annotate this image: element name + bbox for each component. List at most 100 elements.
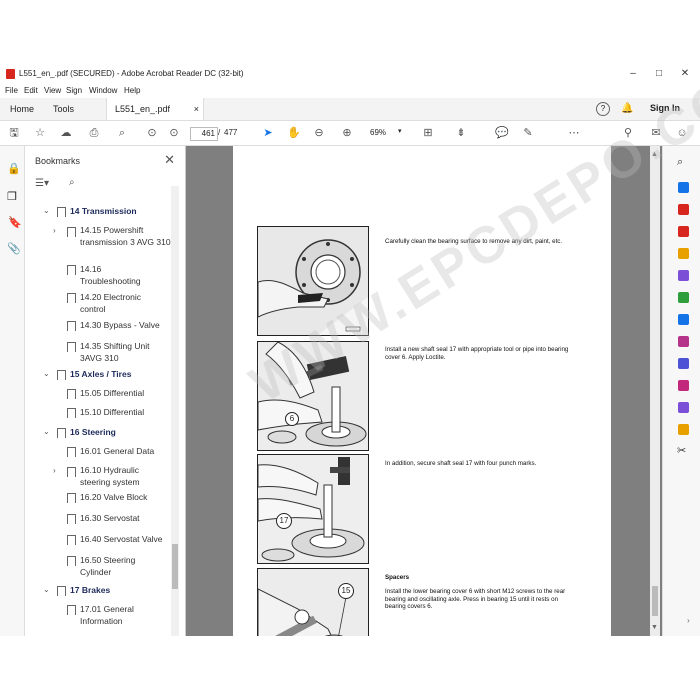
chevron-down-icon[interactable]: ⌄: [43, 369, 50, 378]
create-pdf-icon[interactable]: [678, 204, 689, 215]
comment-tool-icon[interactable]: [678, 248, 689, 259]
edit-pdf-icon[interactable]: [678, 226, 689, 237]
bell-icon[interactable]: 🔔: [621, 103, 633, 114]
menu-bar: File Edit View Sign Window Help: [0, 84, 700, 98]
chevron-right-icon[interactable]: ›: [53, 226, 56, 235]
more-options-icon[interactable]: ⋯: [566, 125, 582, 141]
highlight-pen-icon[interactable]: ✎: [520, 125, 536, 141]
bookmark-icon: [57, 428, 66, 438]
tab-bar: Home Tools L551_en_.pdf (SEC... × ? 🔔 Si…: [0, 98, 700, 136]
hand-tool-icon[interactable]: ✋: [286, 125, 302, 141]
scroll-down-icon[interactable]: ▼: [651, 624, 658, 631]
zoom-in-icon[interactable]: ⊕: [339, 125, 355, 141]
pages-thumbnail-icon[interactable]: ❐: [7, 190, 17, 203]
menu-edit[interactable]: Edit: [24, 86, 38, 95]
search-icon[interactable]: ⌕: [114, 125, 130, 141]
zoom-dropdown-icon[interactable]: ▾: [398, 127, 402, 135]
bookmark-icon: [57, 370, 66, 380]
prepare-form-icon[interactable]: [678, 380, 689, 391]
tab-tools[interactable]: Tools: [45, 98, 82, 120]
bookmark-panel-icon[interactable]: 🔖: [8, 216, 22, 229]
bookmark-item[interactable]: 16.10 Hydraulic steering system: [80, 464, 164, 488]
more-tools-icon[interactable]: ✂: [677, 444, 686, 457]
request-signature-icon[interactable]: [678, 402, 689, 413]
bookmark-icon: [67, 447, 76, 457]
page-fit-icon[interactable]: ⊞: [420, 125, 436, 141]
comment-icon[interactable]: 💬: [494, 125, 510, 141]
left-nav-pane: 🔒 ❐ 🔖 📎: [0, 146, 25, 636]
bookmark-item[interactable]: 16 Steering: [70, 426, 174, 438]
bookmark-item[interactable]: 14.30 Bypass - Valve: [80, 319, 180, 331]
bookmark-item[interactable]: 14 Transmission: [70, 205, 174, 217]
chevron-down-icon[interactable]: ⌄: [43, 206, 50, 215]
chevron-down-icon[interactable]: ⌄: [43, 585, 50, 594]
zoom-out-icon[interactable]: ⊖: [311, 125, 327, 141]
instruction-text: In addition, secure shaft seal 17 with f…: [385, 460, 537, 467]
minimize-button[interactable]: –: [622, 66, 644, 82]
bookmark-item[interactable]: 16.30 Servostat: [80, 512, 180, 524]
menu-sign[interactable]: Sign: [66, 86, 82, 95]
menu-file[interactable]: File: [5, 86, 18, 95]
bookmark-item[interactable]: 15.10 Differential: [80, 406, 180, 418]
bookmark-item[interactable]: 14.15 Powershift transmission 3 AVG 310: [80, 224, 174, 248]
menu-view[interactable]: View: [44, 86, 61, 95]
next-page-icon[interactable]: ⊙: [166, 125, 182, 141]
export-pdf-icon[interactable]: [678, 182, 689, 193]
callout-6: 6: [285, 412, 299, 426]
bookmark-item[interactable]: 16.20 Valve Block: [80, 491, 180, 503]
zoom-level[interactable]: 69%: [370, 128, 386, 137]
bookmark-item[interactable]: 16.50 Steering Cylinder: [80, 554, 150, 578]
combine-files-icon[interactable]: [678, 270, 689, 281]
send-for-comments-icon[interactable]: [678, 424, 689, 435]
close-icon[interactable]: ✕: [164, 152, 175, 168]
select-cursor-icon[interactable]: ➤: [260, 125, 276, 141]
tab-document[interactable]: L551_en_.pdf (SEC... ×: [106, 98, 204, 136]
figure-punch-marks: 17: [257, 454, 369, 564]
bookmark-item[interactable]: 17.01 General Information: [80, 603, 150, 627]
maximize-button[interactable]: □: [648, 66, 670, 82]
tab-close-icon[interactable]: ×: [194, 98, 199, 120]
bookmark-item[interactable]: 15 Axles / Tires: [70, 368, 174, 380]
menu-window[interactable]: Window: [89, 86, 117, 95]
bookmarks-title: Bookmarks: [35, 156, 81, 166]
bookmark-item[interactable]: 14.16 Troubleshooting: [80, 263, 150, 287]
bookmark-item[interactable]: 16.40 Servostat Valve: [80, 533, 180, 545]
bookmark-item[interactable]: 17 Brakes: [70, 584, 174, 596]
instruction-text: Install the lower bearing cover 6 with s…: [385, 588, 566, 610]
print-icon[interactable]: ⎙: [86, 125, 102, 141]
find-bookmark-icon[interactable]: ⌕: [69, 177, 75, 188]
chevron-right-icon[interactable]: ›: [53, 466, 56, 475]
bookmark-item[interactable]: 15.05 Differential: [80, 387, 180, 399]
organize-pages-icon[interactable]: [678, 292, 689, 303]
chevron-down-icon[interactable]: ⌄: [43, 427, 50, 436]
tab-home[interactable]: Home: [2, 98, 42, 120]
page-separator: /: [218, 128, 221, 137]
scroll-mode-icon[interactable]: ⇟: [453, 125, 469, 141]
bookmark-scroll-thumb[interactable]: [172, 544, 178, 589]
document-scroll-thumb[interactable]: [652, 586, 658, 616]
scan-ocr-icon[interactable]: [678, 314, 689, 325]
bookmark-options-icon[interactable]: ☰▾: [35, 178, 49, 189]
protect-icon[interactable]: [678, 358, 689, 369]
menu-help[interactable]: Help: [124, 86, 140, 95]
star-icon[interactable]: ☆: [32, 125, 48, 141]
bookmark-item[interactable]: 14.35 Shifting Unit 3AVG 310: [80, 340, 164, 364]
bookmark-icon: [57, 586, 66, 596]
upload-cloud-icon[interactable]: ☁: [58, 125, 74, 141]
bookmark-item[interactable]: 16.01 General Data: [80, 445, 180, 457]
page-number-input[interactable]: 461: [190, 127, 218, 141]
lock-icon[interactable]: 🔒: [7, 162, 21, 175]
figure-4-illustration: [258, 569, 368, 636]
bookmark-icon: [67, 227, 76, 237]
attachment-icon[interactable]: 📎: [7, 242, 21, 255]
collapse-pane-icon[interactable]: ›: [687, 616, 690, 625]
document-scrollbar[interactable]: ▲ ▼: [650, 146, 660, 636]
help-icon[interactable]: ?: [596, 102, 610, 116]
bookmark-item[interactable]: 14.20 Electronic control: [80, 291, 150, 315]
window-title: L551_en_.pdf (SECURED) - Adobe Acrobat R…: [19, 69, 244, 78]
fill-sign-icon[interactable]: [678, 336, 689, 347]
title-bar: L551_en_.pdf (SECURED) - Adobe Acrobat R…: [0, 64, 700, 84]
save-icon[interactable]: 🖫: [6, 125, 22, 141]
prev-page-icon[interactable]: ⊙: [144, 125, 160, 141]
acrobat-window: L551_en_.pdf (SECURED) - Adobe Acrobat R…: [0, 64, 700, 636]
